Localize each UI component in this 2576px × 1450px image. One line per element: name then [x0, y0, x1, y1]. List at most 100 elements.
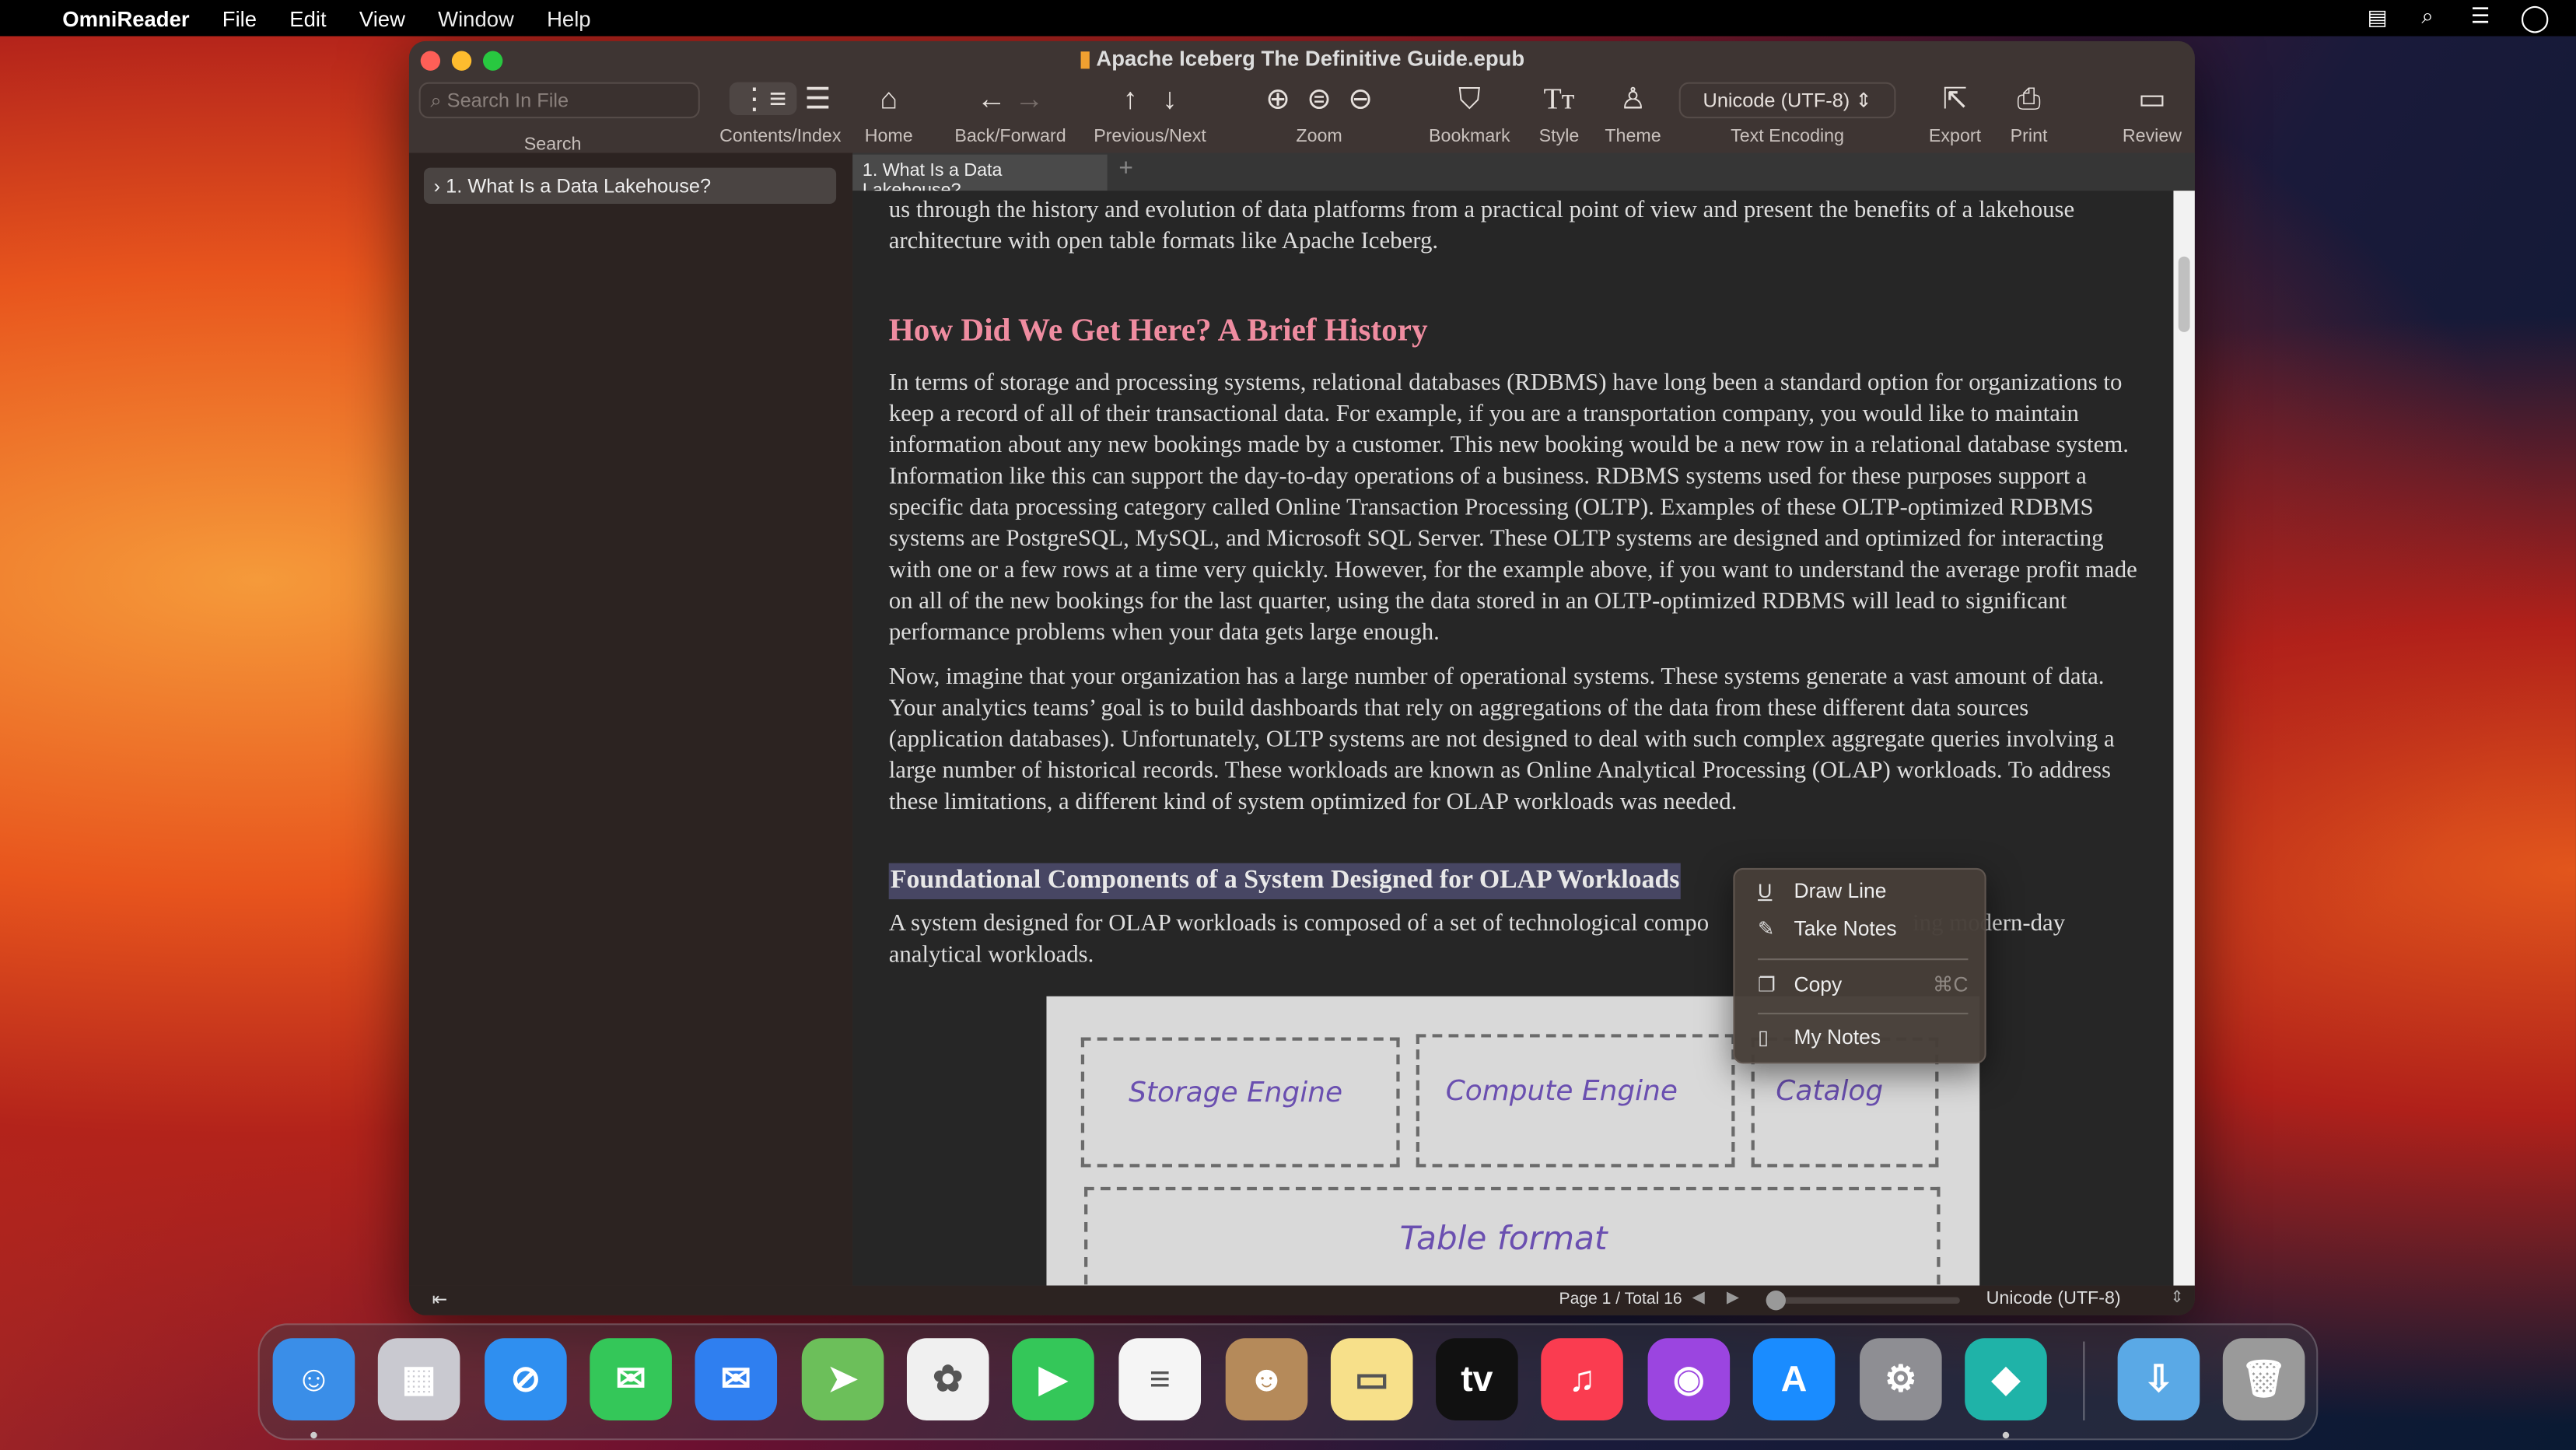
- dock-app-downloads[interactable]: ⇩: [2117, 1338, 2200, 1420]
- safari-icon: ⊘: [510, 1357, 541, 1399]
- dock-app-music[interactable]: ♫: [1541, 1338, 1623, 1420]
- menu-window[interactable]: Window: [438, 5, 514, 30]
- review-button[interactable]: ▭ Review: [2121, 77, 2183, 146]
- theme-button[interactable]: ♙ Theme: [1601, 77, 1664, 146]
- dock-app-app-store[interactable]: A: [1752, 1338, 1836, 1420]
- underline-icon: U: [1758, 879, 1773, 903]
- dock-app-facetime[interactable]: ▶: [1012, 1338, 1094, 1420]
- trash-icon: 🗑: [2241, 1357, 2287, 1399]
- diagram-label-compute: Compute Engine: [1445, 1075, 1678, 1109]
- brush-icon: ♙: [1619, 82, 1647, 115]
- text-encoding-select[interactable]: Unicode (UTF-8) ⇕ Text Encoding: [1678, 77, 1896, 146]
- zoom-controls[interactable]: ⊕ ⊜ ⊖ Zoom: [1234, 77, 1405, 146]
- dock-app-trash[interactable]: 🗑: [2222, 1338, 2305, 1420]
- tab-chapter-1[interactable]: 1. What Is a Data Lakehouse?: [852, 154, 1108, 201]
- menu-app[interactable]: OmniReader: [62, 5, 189, 30]
- contents-index-button[interactable]: ⋮≡ ☰ Contents/Index: [715, 77, 846, 146]
- dock-app-finder[interactable]: ☺: [272, 1338, 355, 1420]
- chevron-updown-icon[interactable]: ⇕: [2170, 1289, 2184, 1307]
- dock-app-notes[interactable]: ▭: [1330, 1338, 1413, 1420]
- finder-icon: ☺: [295, 1357, 333, 1399]
- contents-tree-icon: ⋮≡: [730, 82, 796, 115]
- previous-next-button[interactable]: ↑ ↓ Previous/Next: [1089, 77, 1210, 146]
- comment-icon: ▭: [2137, 82, 2166, 115]
- menu-bar: OmniReader File Edit View Window Help ▤ …: [0, 0, 2576, 37]
- home-button[interactable]: ⌂ Home: [856, 77, 921, 146]
- spotlight-search-icon[interactable]: ⌕: [2421, 3, 2433, 30]
- dock-app-photos[interactable]: ✿: [906, 1338, 989, 1420]
- status-bar: ⇤ Page 1 / Total 16 ◀ ▶ Unicode (UTF-8) …: [408, 1285, 2195, 1315]
- menu-file[interactable]: File: [222, 5, 257, 30]
- zoom-reset-icon: ⊜: [1307, 82, 1332, 115]
- style-button[interactable]: Tт Style: [1533, 77, 1586, 146]
- chevron-updown-icon: ⇕: [1855, 89, 1872, 112]
- new-tab-plus-icon[interactable]: +: [1118, 155, 1133, 183]
- epub-file-icon: ▮: [1079, 46, 1091, 71]
- forward-arrow-icon: →: [1014, 82, 1045, 115]
- facetime-icon: ▶: [1039, 1357, 1067, 1399]
- search-label: Search: [523, 135, 582, 155]
- dock-app-podcasts[interactable]: ◉: [1647, 1338, 1731, 1420]
- search-icon: ⌕: [430, 89, 442, 112]
- control-center-icon[interactable]: ☰: [2471, 3, 2490, 30]
- page-slider[interactable]: [1766, 1297, 1960, 1304]
- prev-page-icon[interactable]: ◀: [1692, 1289, 1705, 1307]
- vertical-scrollbar[interactable]: [2173, 191, 2195, 1286]
- dock-app-contacts[interactable]: ☻: [1225, 1338, 1308, 1420]
- sidebar: › 1. What Is a Data Lakehouse?: [408, 152, 853, 1286]
- mail-icon: ✉: [720, 1357, 751, 1399]
- intro-paragraph: us through the history and evolution of …: [888, 197, 2075, 255]
- text-style-icon: Tт: [1543, 82, 1575, 115]
- copy-icon: ❐: [1758, 972, 1776, 996]
- chevron-right-icon[interactable]: ›: [434, 174, 440, 198]
- menu-item-my-notes[interactable]: ▯ My Notes: [1758, 1026, 1881, 1049]
- bookmark-button[interactable]: ⛉ Bookmark: [1424, 77, 1514, 146]
- dock-app-maps[interactable]: ➤: [801, 1338, 884, 1420]
- menu-item-draw-line[interactable]: U Draw Line: [1758, 880, 1886, 903]
- dock-app-mail[interactable]: ✉: [695, 1338, 778, 1420]
- scrollbar-thumb[interactable]: [2178, 256, 2190, 332]
- paragraph-olap: Now, imagine that your organization has …: [888, 664, 2115, 816]
- running-indicator: [2002, 1431, 2010, 1439]
- dock-app-safari[interactable]: ⊘: [485, 1338, 567, 1420]
- dock-app-system-settings[interactable]: ⚙: [1860, 1338, 1942, 1420]
- menu-help[interactable]: Help: [547, 5, 591, 30]
- diagram-label-catalog: Catalog: [1776, 1075, 1884, 1109]
- dock-app-reminders[interactable]: ≡: [1118, 1338, 1202, 1420]
- export-icon: ⇱: [1942, 82, 1968, 115]
- menu-view[interactable]: View: [359, 5, 405, 30]
- paragraph-rdbms: In terms of storage and processing syste…: [888, 370, 2137, 646]
- page-slider-knob[interactable]: [1766, 1291, 1786, 1311]
- arrow-up-icon: ↑: [1122, 82, 1138, 115]
- maps-icon: ➤: [828, 1357, 859, 1399]
- menu-separator: [1758, 1012, 1969, 1014]
- back-forward-button[interactable]: ← → Back/Forward: [951, 77, 1069, 146]
- keyboard-viewer-icon[interactable]: ▤: [2368, 5, 2388, 31]
- diagram-label-storage: Storage Engine: [1129, 1077, 1343, 1110]
- notebook-icon: ▯: [1758, 1025, 1769, 1049]
- dock-app-launchpad[interactable]: ▦: [377, 1338, 460, 1420]
- page-indicator: Page 1 / Total 16: [1559, 1291, 1682, 1309]
- dock-app-messages[interactable]: ✉: [590, 1338, 672, 1420]
- menu-item-take-notes[interactable]: ✎ Take Notes: [1758, 917, 1897, 940]
- search-input[interactable]: ⌕ Search In File: [418, 82, 700, 119]
- status-encoding-select[interactable]: Unicode (UTF-8): [1986, 1289, 2121, 1308]
- menu-item-copy[interactable]: ❐ Copy ⌘C: [1758, 972, 1968, 996]
- bookmark-icon: ⛉: [1458, 82, 1481, 115]
- toc-item[interactable]: › 1. What Is a Data Lakehouse?: [423, 167, 837, 205]
- dock-app-omnireader[interactable]: ◆: [1965, 1338, 2047, 1420]
- heading-foundational-selected: Foundational Components of a System Desi…: [888, 863, 1682, 900]
- dock-app-tv[interactable]: tv: [1436, 1338, 1518, 1420]
- export-button[interactable]: ⇱ Export: [1923, 77, 1986, 146]
- print-button[interactable]: ⎙ Print: [2003, 77, 2056, 146]
- next-page-icon[interactable]: ▶: [1727, 1289, 1739, 1307]
- arrow-down-icon: ↓: [1162, 82, 1178, 115]
- menu-edit[interactable]: Edit: [289, 5, 326, 30]
- reading-pane[interactable]: us through the history and evolution of …: [852, 191, 2174, 1286]
- podcasts-icon: ◉: [1673, 1357, 1705, 1399]
- back-arrow-icon: ←: [976, 82, 1006, 115]
- user-icon[interactable]: ◯: [2520, 2, 2550, 34]
- zoom-out-icon: ⊖: [1348, 82, 1374, 115]
- tv-icon: tv: [1461, 1357, 1493, 1399]
- toggle-sidebar-icon[interactable]: ⇤: [432, 1289, 447, 1310]
